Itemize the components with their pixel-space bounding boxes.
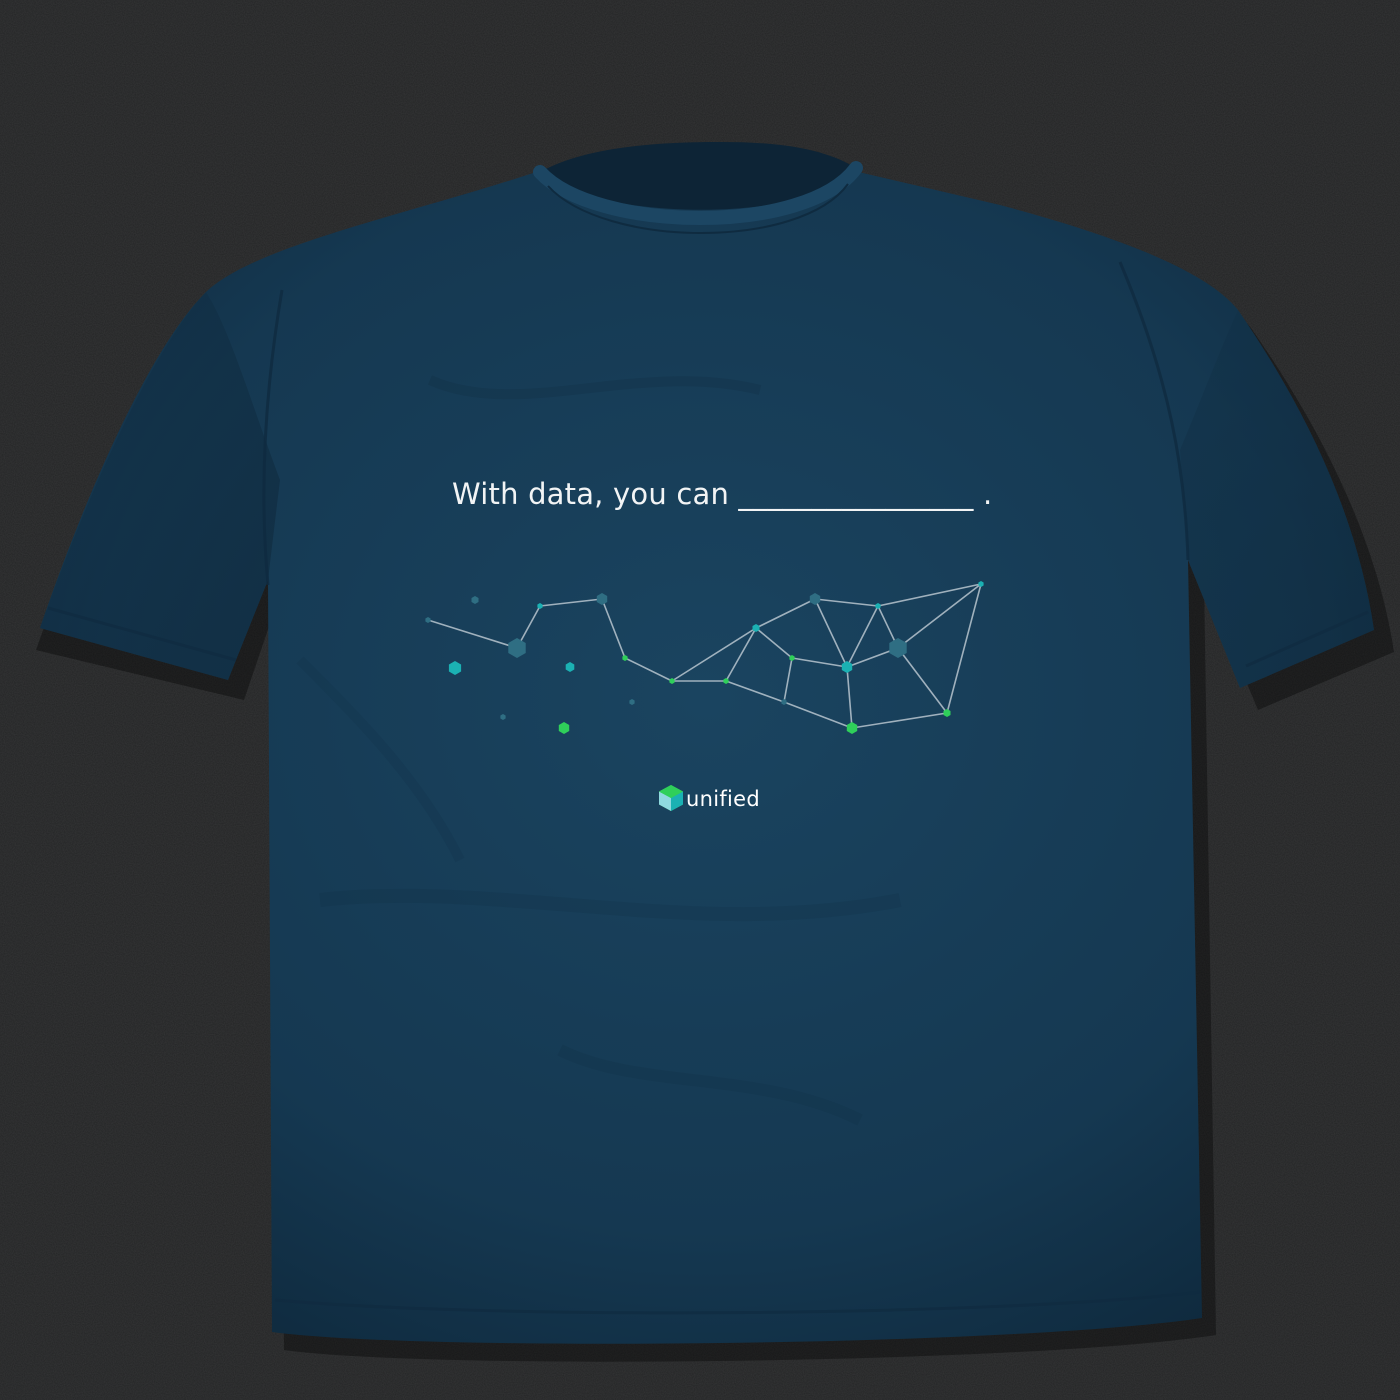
- tshirt-scene: [0, 0, 1400, 1400]
- shirt-tagline: With data, you can ________________ .: [452, 477, 993, 511]
- brand-wordmark: unified: [686, 787, 761, 811]
